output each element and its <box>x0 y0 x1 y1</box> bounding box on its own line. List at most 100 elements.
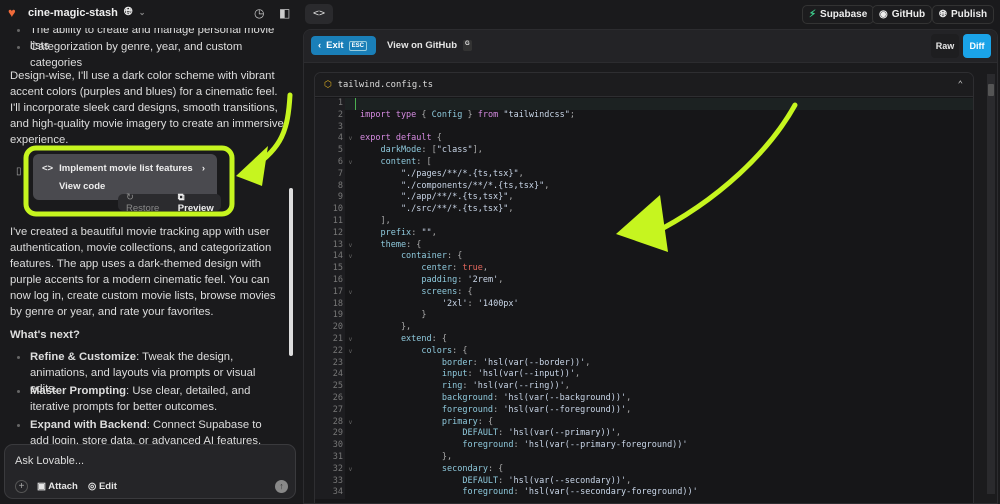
code-text: DEFAULT: 'hsl(var(--secondary))', <box>360 475 632 486</box>
raw-button[interactable]: Raw <box>931 34 959 58</box>
github-button[interactable]: ◉ GitHub <box>872 5 933 24</box>
code-line: 17 v screens: { <box>315 286 973 299</box>
fold-chevron-icon[interactable] <box>345 322 355 334</box>
edit-button[interactable]: ◎ Edit <box>88 481 117 492</box>
fold-chevron-icon[interactable] <box>345 216 355 228</box>
line-number: 13 <box>315 239 345 252</box>
code-line: 30 foreground: 'hsl(var(--primary-foregr… <box>315 440 973 452</box>
line-number: 14 <box>315 251 345 264</box>
code-text: }, <box>360 322 412 333</box>
fold-chevron-icon[interactable] <box>345 169 355 181</box>
fold-chevron-icon[interactable] <box>345 275 355 287</box>
code-line: 1 <box>315 98 973 110</box>
line-number: 28 <box>315 416 345 429</box>
code-line: 3 <box>315 121 973 134</box>
code-line: 19 } <box>315 310 973 323</box>
code-text: foreground: 'hsl(var(--primary-foregroun… <box>360 440 688 451</box>
fold-chevron-icon[interactable]: v <box>345 251 355 263</box>
fold-chevron-icon[interactable]: v <box>345 157 355 169</box>
line-number: 6 <box>315 156 345 169</box>
code-line: 13 v theme: { <box>315 239 973 252</box>
code-line: 20 }, <box>315 322 973 334</box>
diff-button[interactable]: Diff <box>963 34 991 58</box>
fold-chevron-icon[interactable]: v <box>345 240 355 252</box>
bookmark-icon[interactable]: ▯ <box>16 164 22 180</box>
exit-button[interactable]: ‹ Exit ESC <box>311 36 376 55</box>
fold-chevron-icon[interactable] <box>345 440 355 452</box>
fold-chevron-icon[interactable]: v <box>345 334 355 346</box>
fold-chevron-icon[interactable] <box>345 381 355 393</box>
preview-button[interactable]: ⧉ Preview <box>178 192 221 214</box>
code-icon: <> <box>42 163 54 174</box>
code-text: primary: { <box>360 416 494 427</box>
fold-chevron-icon[interactable] <box>345 452 355 464</box>
chat-input[interactable]: Ask Lovable... + ▣ Attach ◎ Edit ↑ <box>4 444 296 499</box>
code-text: foreground: 'hsl(var(--foreground))', <box>360 404 632 415</box>
file-icon: ⬡ <box>324 79 332 90</box>
fold-chevron-icon[interactable]: v <box>345 346 355 358</box>
fold-chevron-icon[interactable]: v <box>345 287 355 299</box>
fold-chevron-icon[interactable] <box>345 393 355 405</box>
code-text: }, <box>360 451 453 462</box>
code-line: 33 DEFAULT: 'hsl(var(--secondary))', <box>315 475 973 488</box>
line-number: 10 <box>315 204 345 216</box>
fold-chevron-icon[interactable] <box>345 204 355 216</box>
view-code-link[interactable]: View code <box>59 181 105 192</box>
fold-chevron-icon[interactable]: v <box>345 133 355 145</box>
fold-chevron-icon[interactable] <box>345 428 355 440</box>
editor-scrollbar[interactable] <box>987 74 995 494</box>
line-number: 9 <box>315 192 345 205</box>
code-line: 25 ring: 'hsl(var(--ring))', <box>315 381 973 393</box>
view-on-github-link[interactable]: View on GitHub G <box>387 40 472 51</box>
fold-chevron-icon[interactable]: v <box>345 464 355 476</box>
code-line: 29 DEFAULT: 'hsl(var(--primary))', <box>315 428 973 441</box>
fold-chevron-icon[interactable] <box>345 145 355 157</box>
line-number: 7 <box>315 168 345 181</box>
code-line: 34 foreground: 'hsl(var(--secondary-fore… <box>315 487 973 500</box>
code-line: 26 background: 'hsl(var(--background))', <box>315 392 973 405</box>
code-text: content: [ <box>360 156 432 167</box>
fold-chevron-icon[interactable]: v <box>345 417 355 429</box>
fold-chevron-icon[interactable] <box>345 122 355 134</box>
history-icon[interactable]: ◷ <box>254 6 264 20</box>
chevron-right-icon[interactable]: › <box>202 163 205 174</box>
fold-chevron-icon[interactable] <box>345 299 355 311</box>
project-switcher[interactable]: ♥ cine-magic-stash 🌐︎ ⌄ <box>8 6 145 19</box>
chat-scrollbar[interactable] <box>289 188 293 356</box>
fold-chevron-icon[interactable] <box>345 181 355 193</box>
attach-button[interactable]: ▣ Attach <box>37 481 78 492</box>
code-text: DEFAULT: 'hsl(var(--primary))', <box>360 428 622 439</box>
file-header[interactable]: ⬡ tailwind.config.ts ⌃ <box>315 73 973 97</box>
fold-chevron-icon[interactable] <box>345 192 355 204</box>
sidebar-toggle-icon[interactable]: ◧ <box>279 6 290 20</box>
fold-chevron-icon[interactable] <box>345 358 355 370</box>
line-number: 24 <box>315 369 345 382</box>
code-text: prefix: "", <box>360 227 437 238</box>
code-line: 24 input: 'hsl(var(--input))', <box>315 369 973 382</box>
code-line: 27 foreground: 'hsl(var(--foreground))', <box>315 404 973 417</box>
line-number: 15 <box>315 263 345 275</box>
fold-chevron-icon[interactable] <box>345 263 355 275</box>
plus-icon[interactable]: + <box>15 480 28 493</box>
image-icon: ▣ <box>37 481 46 492</box>
code-line: 9 "./app/**/*.{ts,tsx}", <box>315 192 973 205</box>
github-icon: ◉ <box>879 9 888 20</box>
code-viewer: ‹ Exit ESC View on GitHub G Raw Diff ⬡ tail… <box>303 29 998 504</box>
chevron-up-icon[interactable]: ⌃ <box>958 80 963 90</box>
bolt-icon: ⚡︎ <box>809 9 817 20</box>
code-view-toggle[interactable]: <> <box>305 4 333 24</box>
send-button[interactable]: ↑ <box>275 480 288 493</box>
supabase-button[interactable]: ⚡︎ Supabase <box>802 5 875 24</box>
publish-button[interactable]: 🌐︎ Publish <box>932 5 995 24</box>
fold-chevron-icon[interactable] <box>345 476 355 488</box>
fold-chevron-icon[interactable] <box>345 405 355 417</box>
fold-chevron-icon[interactable] <box>345 98 355 110</box>
fold-chevron-icon[interactable] <box>345 369 355 381</box>
fold-chevron-icon[interactable] <box>345 310 355 322</box>
line-number: 3 <box>315 121 345 134</box>
fold-chevron-icon[interactable] <box>345 487 355 499</box>
code-line: 2 import type { Config } from "tailwindcs… <box>315 109 973 122</box>
fold-chevron-icon[interactable] <box>345 110 355 122</box>
restore-button[interactable]: ↻ Restore <box>126 192 168 214</box>
fold-chevron-icon[interactable] <box>345 228 355 240</box>
